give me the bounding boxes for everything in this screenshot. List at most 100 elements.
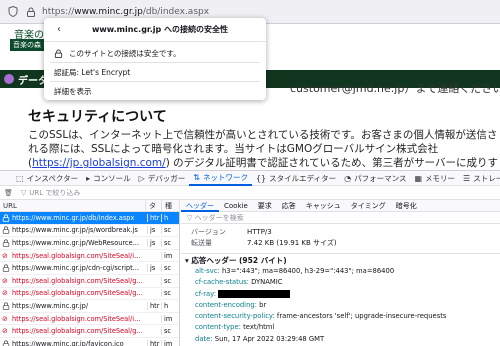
request-type: h [161, 213, 177, 222]
tab-label: デバッガー [147, 173, 186, 183]
redacted-value [218, 289, 291, 298]
summary-row: 転送量 7.42 KB (19.91 KB サイズ) [181, 238, 500, 249]
url-prefix: https:// [42, 6, 75, 17]
header-name: cf-cache-status: [195, 278, 252, 287]
blocked-icon: ⊘ [2, 314, 8, 323]
request-list-header: URL タ 種 [0, 200, 180, 212]
shield-icon[interactable] [8, 6, 18, 17]
header-value: h3=":443"; ma=86400, h3-29=":443"; ma=86… [221, 267, 395, 275]
summary-key: 転送量 [191, 239, 212, 247]
header-value: Sun, 17 Apr 2022 03:29:48 GMT [214, 334, 325, 343]
tab-network[interactable]: ⇅ ネットワーク [189, 170, 252, 186]
column-t[interactable]: タ [146, 200, 162, 211]
url-filter-input[interactable]: URL で絞り込み [29, 188, 80, 198]
response-header-row[interactable]: content-type: text/html [181, 322, 500, 333]
detail-tab[interactable]: ヘッダー [181, 200, 219, 212]
detail-tab[interactable]: 暗号化 [391, 200, 422, 212]
tab-console[interactable]: ▸ コンソール [82, 170, 135, 186]
debugger-icon: ▷ [138, 173, 145, 183]
filter-icon: ▽ [187, 214, 195, 222]
network-icon: ⇅ [193, 172, 200, 182]
request-initiator: js [147, 238, 161, 247]
header-name: content-type: [195, 323, 244, 332]
tab-debugger[interactable]: ▷ デバッガー [135, 170, 190, 186]
request-url: https://www.minc.gr.jp/js/wordbreak.js [12, 226, 138, 235]
filter-icon: ▽ [20, 188, 27, 197]
header-value: br [259, 300, 267, 309]
back-arrow-icon[interactable]: ‹ [50, 24, 68, 35]
detail-tab[interactable]: タイミング [346, 200, 391, 212]
section-title: セキュリティについて [28, 109, 167, 125]
site-identity-popup: ‹ www.minc.gr.jp への接続の安全性 このサイトとの接続は安全です… [44, 18, 266, 100]
tab-style-editor[interactable]: {} スタイルエディター [252, 170, 340, 186]
response-headers-section[interactable]: ▾ 応答ヘッダー (952 バイト) [181, 253, 500, 266]
response-header-row[interactable]: content-encoding: br [181, 300, 500, 311]
request-row[interactable]: https://www.minc.gr.jp/js/wordbreak.js js… [0, 225, 179, 238]
column-url[interactable]: URL [0, 200, 146, 211]
request-initiator: htr [147, 213, 161, 222]
request-details-panel: ヘッダー Cookie 要求 応答 キャッシュ タイミング 暗号化 ▽ ヘッダーを検索 バー… [181, 200, 500, 346]
request-row[interactable]: ⊘ https://seal.globalsign.com/SiteSeal/im… [0, 250, 179, 263]
tab-label: インスペクター [26, 173, 79, 183]
request-row[interactable]: ⊘ https://seal.globalsign.com/SiteSeal/gm… [0, 288, 179, 301]
response-header-row[interactable]: cf-ray: [181, 289, 500, 300]
lock-icon [54, 48, 63, 58]
response-header-row[interactable]: cf-cache-status: DYNAMIC [181, 277, 500, 288]
request-row[interactable]: https://www.minc.gr.jp/db/index.aspx htr h [0, 212, 179, 225]
column-type[interactable]: 種 [162, 200, 180, 211]
request-row[interactable]: https://www.minc.gr.jp/favicon.ico htr im [0, 338, 179, 346]
network-filter-bar: 🗑 ▽ URL で絞り込み [0, 186, 500, 200]
request-initiator: htr [147, 339, 161, 346]
more-info-link[interactable]: 詳細を表示 [54, 86, 92, 97]
url-text[interactable]: https://www.minc.gr.jp/db/index.aspx [42, 7, 209, 17]
detail-tab[interactable]: 要求 [253, 200, 277, 212]
response-header-row[interactable]: alt-svc: h3=":443"; ma=86400, h3-29=":44… [181, 266, 500, 277]
devtools-toolbar: ⬚ インスペクター ▸ コンソール ▷ デバッガー ⇅ ネットワーク{} スタイルエディター ◔ パ… [0, 170, 500, 186]
request-list: https://www.minc.gr.jp/db/index.aspx htr h… [0, 212, 180, 346]
blocked-icon: ⊘ [2, 251, 8, 260]
lock-icon[interactable] [26, 7, 36, 17]
summary-key: バージョン [191, 228, 226, 236]
request-initiator: htr [147, 301, 161, 310]
style-editor-icon: {} [255, 173, 267, 183]
request-row[interactable]: ⊘ https://seal.globalsign.com/SiteSeal/im… [0, 313, 179, 326]
response-header-row[interactable]: date: Sun, 17 Apr 2022 03:29:48 GMT [181, 334, 500, 345]
contact-line: customer@jmd.ne.jp）まで連絡ください。 [290, 82, 500, 95]
tab-performance[interactable]: ◔ パフォーマンス [340, 170, 410, 186]
globalsign-link[interactable]: https://jp.globalsign.com/ [32, 157, 166, 169]
request-row[interactable]: ⊘ https://seal.globalsign.com/SiteSeal/gm… [0, 275, 179, 288]
header-filter-input[interactable]: ▽ ヘッダーを検索 [181, 212, 500, 224]
request-url: https://www.minc.gr.jp/db/index.aspx [12, 213, 135, 222]
request-url: https://seal.globalsign.com/SiteSeal/gmo… [12, 276, 147, 285]
tab-inspector[interactable]: ⬚ インスペクター [12, 170, 82, 186]
request-row[interactable]: https://www.minc.gr.jp/htr h [0, 300, 179, 313]
lock-icon [2, 340, 10, 346]
request-url: https://seal.globalsign.com/SiteSeal/gmo… [12, 289, 147, 298]
request-url: https://www.minc.gr.jp/WebResource... [12, 238, 139, 247]
header-value: frame-ancestors 'self'; upgrade-insecure… [276, 312, 447, 321]
tab-label: スタイルエディター [269, 173, 337, 183]
request-initiator: js [147, 226, 161, 235]
more-info-row[interactable]: 詳細を表示 [44, 84, 266, 98]
request-row[interactable]: https://www.minc.gr.jp/cdn-cgi/script...… [0, 262, 179, 275]
popup-header: ‹ www.minc.gr.jp への接続の安全性 [44, 18, 266, 42]
request-row[interactable]: ⊘ https://seal.globalsign.com/SiteSeal/gm… [0, 325, 179, 338]
performance-icon: ◔ [344, 173, 352, 183]
divider [50, 81, 260, 82]
detail-tab[interactable]: 応答 [277, 200, 301, 212]
tab-memory[interactable]: ▦ メモリー [410, 170, 459, 186]
bullet-icon [4, 74, 14, 84]
response-header-row[interactable]: content-security-policy: frame-ancestors… [181, 311, 500, 322]
inspector-icon: ⬚ [16, 173, 24, 183]
summary-value: 7.42 KB (19.91 KB サイズ) [247, 239, 337, 247]
secure-connection-row: このサイトとの接続は安全です。 [44, 46, 266, 60]
blocked-icon: ⊘ [2, 327, 8, 336]
detail-tab[interactable]: キャッシュ [301, 200, 346, 212]
detail-tab[interactable]: Cookie [219, 200, 253, 212]
request-type: im [161, 314, 177, 323]
tab-storage[interactable]: ☰ストレージ [459, 170, 500, 186]
request-type: sc [161, 238, 177, 247]
request-row[interactable]: https://www.minc.gr.jp/WebResource... js s… [0, 237, 179, 250]
trash-icon[interactable]: 🗑 [4, 189, 13, 197]
request-url: https://seal.globalsign.com/SiteSeal/ima… [12, 314, 147, 323]
